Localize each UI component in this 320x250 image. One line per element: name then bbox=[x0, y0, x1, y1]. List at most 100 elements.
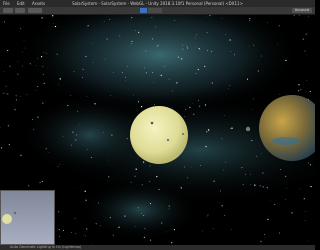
star bbox=[168, 78, 170, 80]
star bbox=[131, 43, 132, 44]
star bbox=[261, 152, 262, 154]
star bbox=[41, 180, 43, 183]
star bbox=[92, 43, 93, 44]
moon[interactable] bbox=[245, 126, 251, 132]
star bbox=[21, 51, 23, 53]
star bbox=[62, 136, 64, 137]
star bbox=[189, 106, 191, 108]
star bbox=[230, 229, 232, 230]
star bbox=[112, 234, 114, 236]
pivot-toggle-button[interactable] bbox=[28, 8, 42, 13]
star bbox=[134, 175, 136, 177]
star bbox=[14, 109, 16, 111]
star bbox=[79, 123, 81, 125]
game-view[interactable] bbox=[0, 15, 315, 245]
playback-controls bbox=[140, 8, 162, 22]
star bbox=[233, 54, 236, 56]
move-tool-button[interactable] bbox=[15, 8, 25, 13]
star bbox=[100, 225, 102, 226]
star bbox=[52, 23, 54, 24]
star bbox=[145, 72, 147, 74]
star bbox=[46, 53, 48, 54]
star bbox=[82, 77, 83, 78]
star bbox=[300, 89, 302, 91]
star bbox=[274, 203, 276, 205]
camera-preview[interactable] bbox=[0, 190, 55, 245]
star bbox=[250, 183, 251, 185]
star bbox=[87, 25, 89, 27]
star bbox=[54, 25, 57, 28]
star bbox=[69, 95, 71, 96]
star bbox=[241, 167, 243, 169]
star bbox=[267, 21, 268, 23]
star bbox=[143, 215, 145, 217]
pause-button[interactable] bbox=[147, 8, 155, 22]
star bbox=[194, 47, 196, 49]
star bbox=[137, 207, 139, 209]
star bbox=[204, 65, 206, 68]
star bbox=[306, 80, 307, 81]
star bbox=[184, 166, 186, 168]
star bbox=[90, 157, 92, 158]
step-button[interactable] bbox=[155, 8, 162, 22]
star bbox=[25, 47, 27, 49]
star bbox=[126, 138, 128, 140]
star bbox=[182, 48, 184, 50]
star bbox=[103, 132, 104, 133]
star bbox=[9, 65, 11, 67]
star bbox=[248, 20, 250, 22]
star bbox=[160, 74, 162, 77]
account-dropdown[interactable]: Account bbox=[292, 8, 312, 13]
sun-spot bbox=[150, 121, 154, 125]
star bbox=[181, 58, 183, 60]
star bbox=[37, 85, 39, 87]
star bbox=[37, 58, 38, 60]
star bbox=[280, 169, 282, 171]
star bbox=[264, 233, 266, 235]
hand-tool-button[interactable] bbox=[3, 8, 13, 13]
star bbox=[110, 95, 112, 96]
star bbox=[85, 199, 87, 201]
star bbox=[197, 68, 199, 71]
star bbox=[95, 223, 97, 225]
star bbox=[31, 118, 34, 120]
star bbox=[302, 38, 304, 40]
star bbox=[131, 40, 133, 42]
star bbox=[182, 44, 184, 46]
star bbox=[73, 71, 75, 73]
star bbox=[75, 139, 77, 141]
star bbox=[309, 90, 312, 93]
star bbox=[168, 208, 170, 210]
star bbox=[26, 94, 28, 95]
play-button[interactable] bbox=[140, 8, 147, 22]
star bbox=[2, 59, 3, 60]
star bbox=[86, 149, 88, 150]
star bbox=[124, 76, 126, 78]
star bbox=[190, 166, 192, 168]
star bbox=[135, 168, 137, 170]
status-message: Auto Generate Lighting is On (Lightmap) bbox=[10, 245, 82, 249]
star bbox=[152, 72, 154, 74]
star bbox=[210, 15, 212, 17]
star bbox=[248, 46, 250, 47]
star bbox=[3, 92, 5, 94]
star bbox=[298, 84, 300, 86]
star bbox=[166, 231, 167, 233]
star bbox=[75, 134, 77, 136]
star bbox=[143, 161, 145, 163]
star bbox=[45, 148, 47, 150]
star bbox=[277, 44, 278, 45]
star bbox=[86, 95, 88, 97]
sun-spot bbox=[182, 133, 184, 135]
star bbox=[195, 73, 197, 74]
star bbox=[119, 35, 121, 37]
star bbox=[250, 174, 251, 175]
sun[interactable] bbox=[130, 106, 188, 164]
star bbox=[57, 165, 59, 167]
star bbox=[177, 56, 180, 58]
status-bar: Auto Generate Lighting is On (Lightmap) bbox=[0, 245, 315, 250]
star bbox=[94, 103, 96, 105]
star bbox=[23, 39, 25, 41]
star bbox=[58, 236, 60, 237]
star bbox=[224, 115, 225, 116]
